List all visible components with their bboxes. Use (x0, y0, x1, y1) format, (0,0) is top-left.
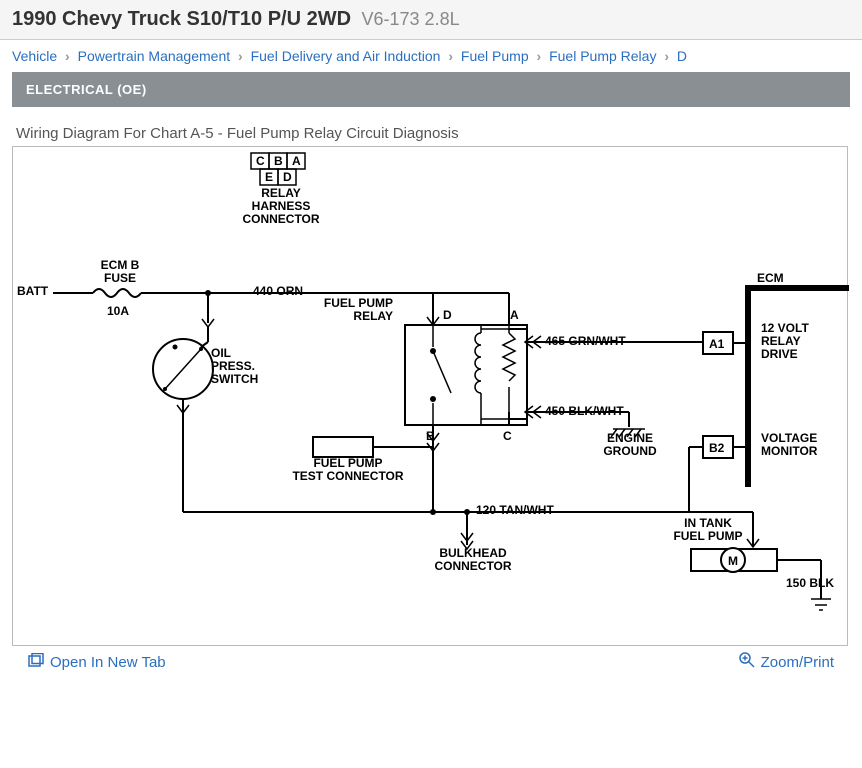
label-fp-test-conn: FUEL PUMP TEST CONNECTOR (283, 457, 413, 483)
vehicle-engine: V6-173 2.8L (362, 9, 460, 29)
zoom-print-link[interactable]: Zoom/Print (739, 652, 834, 672)
ecm-pin-b2: B2 (709, 441, 725, 455)
chevron-right-icon: › (238, 48, 243, 64)
magnifier-icon (739, 652, 755, 672)
vehicle-model: 1990 Chevy Truck S10/T10 P/U 2WD (12, 8, 351, 30)
open-new-tab-link[interactable]: Open In New Tab (28, 652, 166, 672)
ecm-pin-a1: A1 (709, 337, 725, 351)
breadcrumb-powertrain[interactable]: Powertrain Management (78, 48, 231, 64)
svg-text:B: B (274, 154, 283, 168)
label-voltage-monitor: VOLTAGE MONITOR (761, 432, 817, 458)
label-150-blk: 150 BLK (786, 577, 834, 590)
motor-m: M (728, 554, 738, 568)
label-pin-b: B (426, 430, 435, 443)
diagram-footer: Open In New Tab Zoom/Print (12, 646, 850, 684)
chevron-right-icon: › (537, 48, 542, 64)
breadcrumb-fuel-pump[interactable]: Fuel Pump (461, 48, 529, 64)
label-ecm-b-fuse: ECM B FUSE (85, 259, 155, 285)
label-oil-press: OIL PRESS. SWITCH (211, 347, 258, 387)
label-in-tank-pump: IN TANK FUEL PUMP (663, 517, 753, 543)
chevron-right-icon: › (65, 48, 70, 64)
breadcrumb-fuel-pump-relay[interactable]: Fuel Pump Relay (549, 48, 656, 64)
label-450: 450 BLK/WHT (545, 405, 624, 418)
label-engine-ground: ENGINE GROUND (595, 432, 665, 458)
breadcrumb: Vehicle › Powertrain Management › Fuel D… (0, 40, 862, 72)
chevron-right-icon: › (664, 48, 669, 64)
label-batt: BATT (17, 285, 48, 298)
chevron-right-icon: › (448, 48, 453, 64)
section-heading: ELECTRICAL (OE) (12, 72, 850, 107)
diagram-title: Wiring Diagram For Chart A-5 - Fuel Pump… (12, 125, 850, 142)
wiring-diagram: BATT ECM B FUSE 10A 440 ORN RELAY HARNES… (12, 146, 848, 646)
breadcrumb-fuel-delivery[interactable]: Fuel Delivery and Air Induction (251, 48, 441, 64)
page-header: 1990 Chevy Truck S10/T10 P/U 2WD V6-173 … (0, 0, 862, 40)
label-pin-c: C (503, 430, 512, 443)
label-fuel-pump-relay: FUEL PUMP RELAY (303, 297, 393, 323)
label-pin-a: A (510, 309, 519, 322)
breadcrumb-vehicle[interactable]: Vehicle (12, 48, 57, 64)
new-tab-icon (28, 653, 44, 671)
label-10a: 10A (107, 305, 129, 318)
label-bulkhead: BULKHEAD CONNECTOR (418, 547, 528, 573)
label-relay-drive: 12 VOLT RELAY DRIVE (761, 322, 809, 362)
label-440-orn: 440 ORN (253, 285, 303, 298)
svg-text:D: D (283, 170, 292, 184)
label-465: 465 GRN/WHT (545, 335, 626, 348)
svg-text:E: E (265, 170, 273, 184)
breadcrumb-last[interactable]: D (677, 48, 687, 64)
label-ecm: ECM (757, 272, 784, 285)
svg-text:C: C (256, 154, 265, 168)
label-relay-harness: RELAY HARNESS CONNECTOR (231, 187, 331, 227)
label-120: 120 TAN/WHT (476, 504, 554, 517)
svg-text:A: A (292, 154, 301, 168)
label-pin-d: D (443, 309, 452, 322)
